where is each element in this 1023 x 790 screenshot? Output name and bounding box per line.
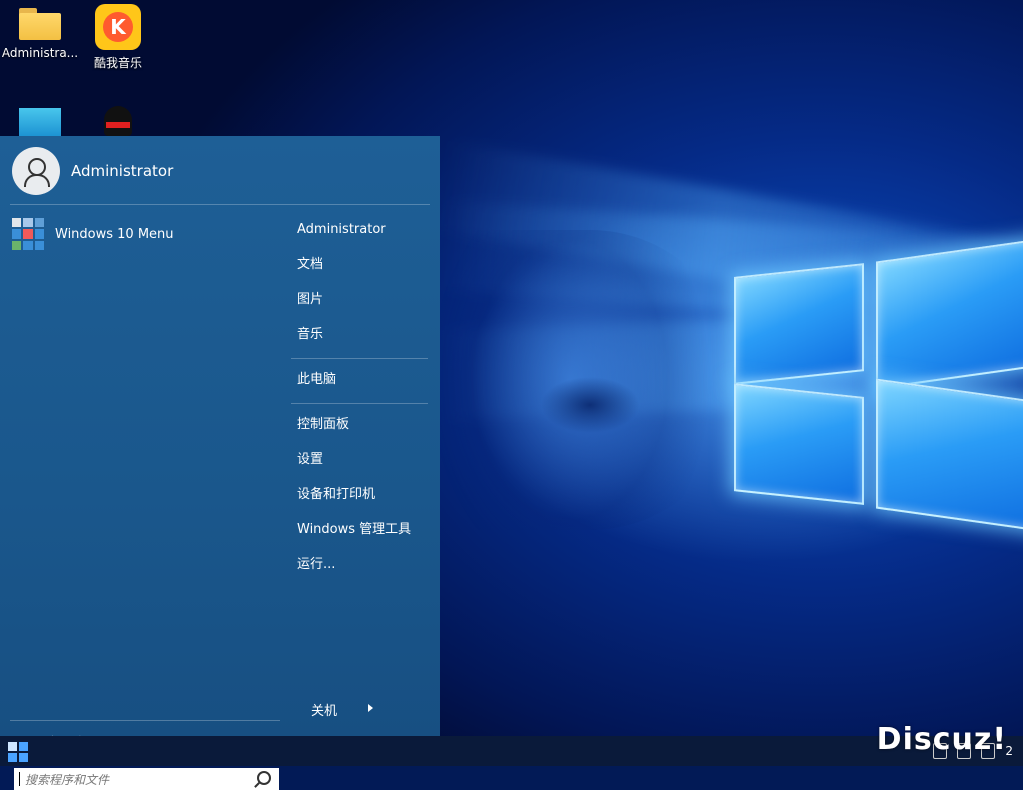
- menu-item-control-panel[interactable]: 控制面板: [291, 411, 428, 446]
- places-panel: Administrator 文档 图片 音乐 此电脑 控制面板 设置 设备和打印…: [291, 216, 428, 586]
- logo-pane-top-right: [876, 238, 1023, 390]
- menu-item-this-pc[interactable]: 此电脑: [291, 366, 428, 401]
- search-icon[interactable]: [257, 770, 271, 785]
- search-placeholder: 搜索程序和文件: [25, 772, 110, 787]
- computer-icon: [19, 108, 61, 138]
- shutdown-button[interactable]: 关机: [311, 700, 337, 719]
- menu-item-settings[interactable]: 设置: [291, 446, 428, 481]
- start-icon: [8, 742, 17, 751]
- windows-10-menu-icon: [12, 218, 44, 250]
- divider: [291, 403, 428, 404]
- app-label: Windows 10 Menu: [55, 226, 174, 242]
- desktop-icon-qq[interactable]: [78, 106, 158, 136]
- search-input[interactable]: 搜索程序和文件: [14, 768, 279, 790]
- pinned-apps-panel: Windows 10 Menu 所有程序 搜索程序和文件: [0, 206, 281, 790]
- desktop-icon-computer[interactable]: [0, 108, 80, 138]
- folder-icon: [19, 8, 61, 40]
- alien-wallpaper-art: [440, 230, 740, 530]
- menu-item-devices-printers[interactable]: 设备和打印机: [291, 481, 428, 516]
- desktop-icon-kuwo-music[interactable]: K 酷我音乐: [78, 4, 158, 71]
- menu-item-administrator[interactable]: Administrator: [291, 216, 428, 251]
- menu-item-pictures[interactable]: 图片: [291, 286, 428, 321]
- menu-item-documents[interactable]: 文档: [291, 251, 428, 286]
- app-windows-10-menu[interactable]: Windows 10 Menu: [12, 218, 174, 250]
- user-name: Administrator: [71, 162, 174, 180]
- text-caret: [19, 772, 20, 786]
- logo-pane-bottom-left: [734, 383, 864, 505]
- menu-item-run[interactable]: 运行...: [291, 551, 428, 586]
- taskbar: 2: [0, 736, 1023, 766]
- menu-item-music[interactable]: 音乐: [291, 321, 428, 356]
- start-menu: Administrator Windows 10 Menu 所有程序 搜索程序和…: [0, 136, 440, 790]
- discuz-watermark: Discuz!: [876, 722, 1007, 757]
- logo-pane-bottom-right: [876, 378, 1023, 532]
- user-account-row[interactable]: Administrator: [12, 146, 173, 196]
- divider: [10, 720, 280, 721]
- shutdown-options-arrow-icon[interactable]: [368, 704, 373, 712]
- start-button[interactable]: [8, 742, 28, 762]
- divider: [10, 204, 430, 205]
- desktop-icon-administrator-folder[interactable]: Administra...: [0, 8, 80, 60]
- desktop-icon-label: 酷我音乐: [93, 56, 142, 70]
- logo-pane-top-left: [734, 263, 864, 385]
- qq-penguin-icon: [104, 106, 132, 136]
- kuwo-music-icon: K: [95, 4, 141, 50]
- divider: [291, 358, 428, 359]
- user-avatar-icon: [12, 147, 60, 195]
- menu-item-admin-tools[interactable]: Windows 管理工具: [291, 516, 428, 551]
- desktop-icon-label: Administra...: [1, 46, 79, 60]
